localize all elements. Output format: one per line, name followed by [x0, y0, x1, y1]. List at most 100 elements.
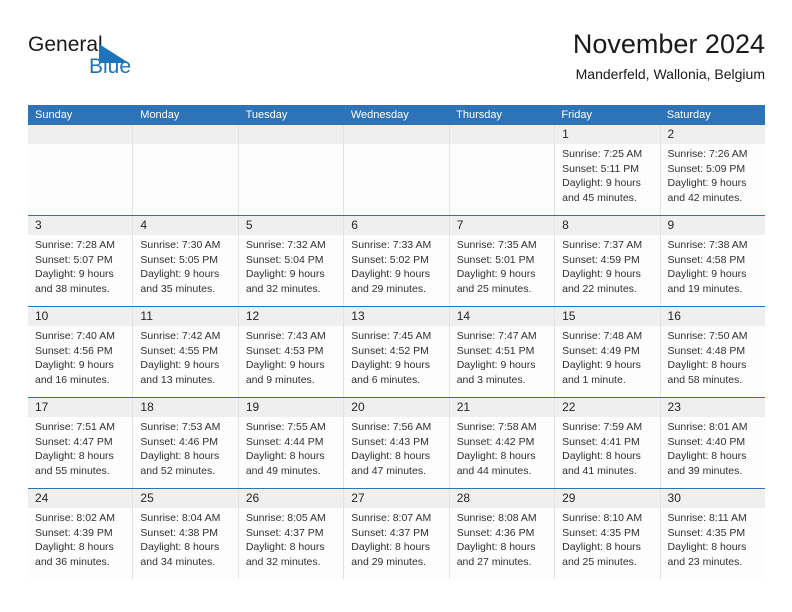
- day-detail-line: Sunrise: 7:55 AM: [245, 421, 326, 433]
- logo-text-general: General: [28, 33, 103, 56]
- day-detail-line: Sunset: 4:36 PM: [456, 526, 535, 539]
- day-cell[interactable]: Sunrise: 8:01 AM Sunset: 4:40 PM Daylight:…: [659, 417, 765, 488]
- day-detail-line: Sunrise: 7:42 AM: [140, 330, 221, 342]
- day-detail-line: Sunrise: 8:05 AM: [245, 512, 326, 524]
- calendar-week-row: 17 18 19 20 21 22 23 Sunrise: 7:51 AM Sunset: 4:…: [28, 397, 765, 488]
- day-cell[interactable]: Sunrise: 8:02 AM Sunset: 4:39 PM Daylight:…: [28, 508, 132, 579]
- day-number[interactable]: 6: [343, 216, 448, 235]
- day-number[interactable]: 8: [554, 216, 659, 235]
- day-number[interactable]: 23: [659, 398, 765, 417]
- day-number[interactable]: 4: [132, 216, 237, 235]
- day-cell[interactable]: Sunrise: 8:07 AM Sunset: 4:37 PM Daylight:…: [343, 508, 448, 579]
- day-cell[interactable]: Sunrise: 7:58 AM Sunset: 4:42 PM Daylight:…: [448, 417, 554, 488]
- day-detail-line: Sunset: 5:09 PM: [667, 162, 746, 175]
- day-detail-line: Daylight: 8 hours: [140, 541, 220, 553]
- day-cell[interactable]: Sunrise: 7:55 AM Sunset: 4:44 PM Daylight:…: [237, 417, 343, 488]
- day-number[interactable]: 14: [448, 307, 554, 326]
- day-number[interactable]: 21: [448, 398, 554, 417]
- day-cell[interactable]: Sunrise: 8:05 AM Sunset: 4:37 PM Daylight:…: [237, 508, 343, 579]
- day-number-empty: [343, 125, 448, 144]
- day-cell[interactable]: Sunrise: 7:30 AM Sunset: 5:05 PM Daylight:…: [132, 235, 237, 306]
- day-cell[interactable]: Sunrise: 7:32 AM Sunset: 5:04 PM Daylight:…: [237, 235, 343, 306]
- day-detail-line: Sunset: 4:44 PM: [245, 435, 324, 448]
- day-number[interactable]: 10: [28, 307, 132, 326]
- day-cell[interactable]: Sunrise: 7:40 AM Sunset: 4:56 PM Daylight:…: [28, 326, 132, 397]
- day-detail-line: Sunset: 4:55 PM: [140, 344, 219, 357]
- day-detail-line: Sunrise: 7:43 AM: [245, 330, 326, 342]
- day-number[interactable]: 3: [28, 216, 132, 235]
- day-detail-line: Daylight: 8 hours: [562, 450, 641, 462]
- calendar-week-row: 10 11 12 13 14 15 16 Sunrise: 7:40 AM Sunset: 4:…: [28, 306, 765, 397]
- day-cell[interactable]: Sunrise: 7:43 AM Sunset: 4:53 PM Daylight:…: [237, 326, 343, 397]
- calendar-week-row: 3 4 5 6 7 8 9 Sunrise: 7:28 AM Sunset: 5:07 PM Da…: [28, 215, 765, 306]
- day-number[interactable]: 18: [132, 398, 237, 417]
- day-number[interactable]: 20: [343, 398, 448, 417]
- day-cell[interactable]: Sunrise: 7:59 AM Sunset: 4:41 PM Daylight:…: [554, 417, 659, 488]
- day-number[interactable]: 28: [448, 489, 554, 508]
- day-cell[interactable]: Sunrise: 7:26 AM Sunset: 5:09 PM Daylight:…: [659, 144, 765, 215]
- day-number[interactable]: 1: [554, 125, 659, 144]
- day-number[interactable]: 13: [343, 307, 448, 326]
- weeks-container: 1 2 Sunrise: 7:25 AM Sunset: 5:11 PM Dayligh…: [28, 125, 765, 579]
- day-cell[interactable]: Sunrise: 7:37 AM Sunset: 4:59 PM Daylight:…: [554, 235, 659, 306]
- day-detail-line: and 16 minutes.: [35, 373, 110, 386]
- day-cell[interactable]: Sunrise: 8:11 AM Sunset: 4:35 PM Daylight:…: [659, 508, 765, 579]
- day-number-empty: [132, 125, 237, 144]
- day-cell[interactable]: Sunrise: 7:48 AM Sunset: 4:49 PM Daylight:…: [554, 326, 659, 397]
- day-detail-line: Sunset: 4:49 PM: [562, 344, 640, 357]
- day-cell[interactable]: Sunrise: 7:28 AM Sunset: 5:07 PM Daylight:…: [28, 235, 132, 306]
- day-number[interactable]: 9: [659, 216, 765, 235]
- day-cell[interactable]: Sunrise: 7:25 AM Sunset: 5:11 PM Daylight:…: [554, 144, 659, 215]
- day-cell[interactable]: Sunrise: 7:38 AM Sunset: 4:58 PM Daylight:…: [659, 235, 765, 306]
- day-number[interactable]: 17: [28, 398, 132, 417]
- day-cell[interactable]: Sunrise: 7:33 AM Sunset: 5:02 PM Daylight:…: [343, 235, 448, 306]
- day-cell[interactable]: Sunrise: 7:42 AM Sunset: 4:55 PM Daylight:…: [132, 326, 237, 397]
- day-detail-line: Daylight: 9 hours: [140, 359, 220, 371]
- weekday-header-tuesday: Tuesday: [245, 109, 288, 121]
- brand-logo[interactable]: General Blue: [28, 33, 228, 89]
- day-number[interactable]: 22: [554, 398, 659, 417]
- day-detail-line: Daylight: 8 hours: [456, 541, 536, 553]
- day-detail-line: Daylight: 8 hours: [35, 541, 114, 553]
- day-cell[interactable]: Sunrise: 8:10 AM Sunset: 4:35 PM Daylight:…: [554, 508, 659, 579]
- day-cell[interactable]: Sunrise: 7:47 AM Sunset: 4:51 PM Daylight:…: [448, 326, 554, 397]
- day-detail-line: Daylight: 8 hours: [456, 450, 536, 462]
- day-number[interactable]: 29: [554, 489, 659, 508]
- day-detail-line: Daylight: 9 hours: [245, 359, 325, 371]
- day-cell[interactable]: Sunrise: 8:04 AM Sunset: 4:38 PM Daylight:…: [132, 508, 237, 579]
- day-number[interactable]: 7: [448, 216, 554, 235]
- day-cell[interactable]: Sunrise: 7:50 AM Sunset: 4:48 PM Daylight:…: [659, 326, 765, 397]
- day-number[interactable]: 12: [237, 307, 343, 326]
- day-number[interactable]: 16: [659, 307, 765, 326]
- day-number[interactable]: 15: [554, 307, 659, 326]
- day-detail-line: Daylight: 8 hours: [667, 541, 747, 553]
- day-number[interactable]: 24: [28, 489, 132, 508]
- day-number[interactable]: 30: [659, 489, 765, 508]
- day-detail-line: Daylight: 8 hours: [351, 450, 431, 462]
- day-cell[interactable]: Sunrise: 7:35 AM Sunset: 5:01 PM Daylight:…: [448, 235, 554, 306]
- day-number-band: 10 11 12 13 14 15 16: [28, 307, 765, 326]
- day-cell[interactable]: Sunrise: 7:56 AM Sunset: 4:43 PM Daylight:…: [343, 417, 448, 488]
- day-detail-line: Sunset: 4:42 PM: [456, 435, 535, 448]
- day-detail-line: Sunset: 4:35 PM: [667, 526, 746, 539]
- day-detail-line: Sunrise: 7:45 AM: [351, 330, 432, 342]
- day-cell[interactable]: Sunrise: 7:53 AM Sunset: 4:46 PM Daylight:…: [132, 417, 237, 488]
- day-number[interactable]: 19: [237, 398, 343, 417]
- day-detail-line: Sunset: 4:38 PM: [140, 526, 219, 539]
- day-detail-line: and 38 minutes.: [35, 282, 110, 295]
- day-number[interactable]: 26: [237, 489, 343, 508]
- day-detail-line: Daylight: 9 hours: [667, 177, 747, 189]
- day-detail-line: Sunset: 5:07 PM: [35, 253, 113, 266]
- day-cell[interactable]: Sunrise: 7:45 AM Sunset: 4:52 PM Daylight:…: [343, 326, 448, 397]
- day-detail-line: Sunrise: 7:38 AM: [667, 239, 748, 251]
- day-number[interactable]: 11: [132, 307, 237, 326]
- day-number[interactable]: 27: [343, 489, 448, 508]
- day-number[interactable]: 5: [237, 216, 343, 235]
- day-detail-line: Daylight: 8 hours: [35, 450, 114, 462]
- day-cell[interactable]: Sunrise: 7:51 AM Sunset: 4:47 PM Daylight:…: [28, 417, 132, 488]
- day-number[interactable]: 2: [659, 125, 765, 144]
- day-detail-line: Daylight: 8 hours: [667, 359, 747, 371]
- day-cell[interactable]: Sunrise: 8:08 AM Sunset: 4:36 PM Daylight:…: [448, 508, 554, 579]
- day-number[interactable]: 25: [132, 489, 237, 508]
- day-detail-line: Sunset: 4:39 PM: [35, 526, 113, 539]
